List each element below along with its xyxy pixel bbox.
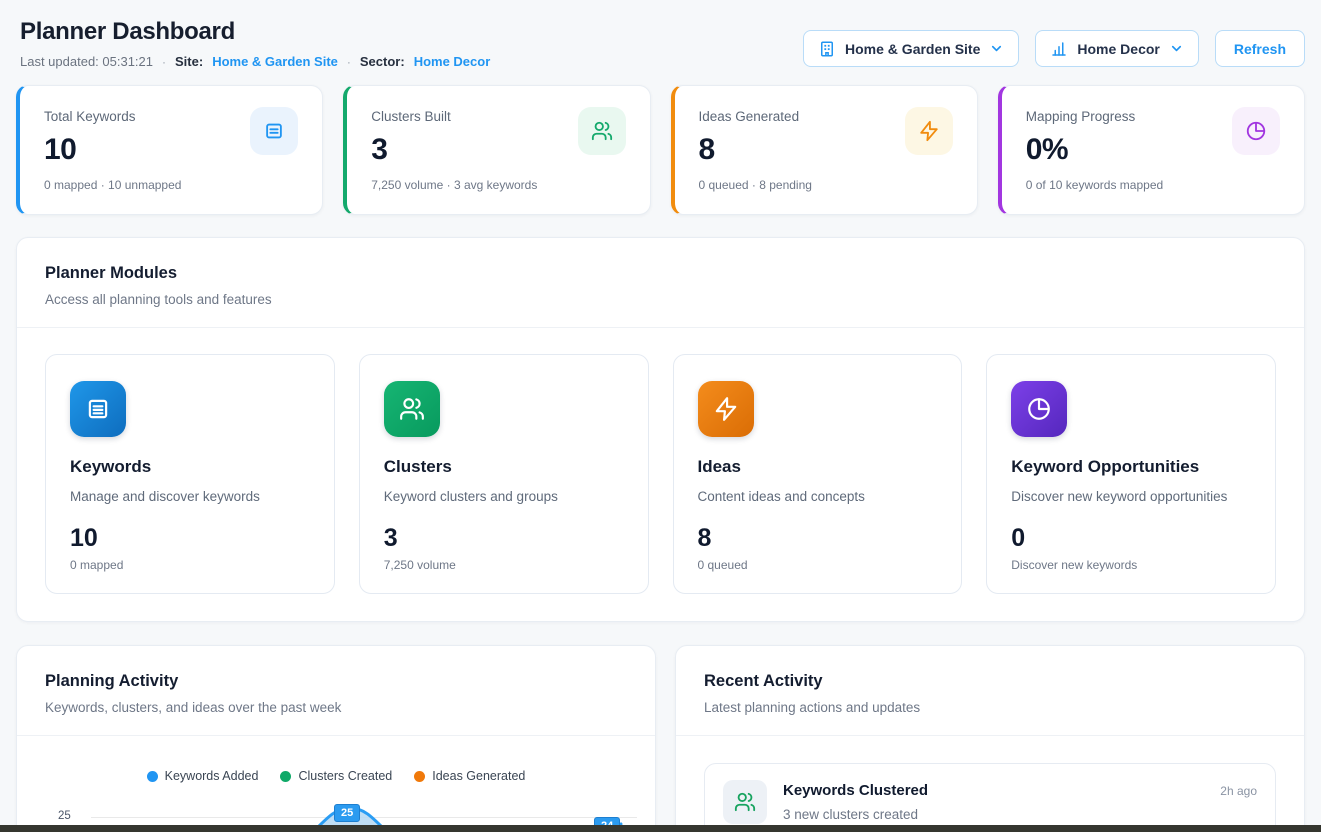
pie-chart-icon: [1232, 107, 1280, 155]
stat-card-ideas-generated: Ideas Generated 8 0 queued · 8 pending: [671, 85, 978, 215]
planner-modules-panel: Planner Modules Access all planning tool…: [16, 237, 1305, 622]
document-icon: [70, 381, 126, 437]
recent-activity-panel: Recent Activity Latest planning actions …: [675, 645, 1305, 832]
module-title: Keywords: [70, 457, 310, 477]
module-card-clusters[interactable]: Clusters Keyword clusters and groups 3 7…: [359, 354, 649, 594]
chevron-down-icon: [1169, 41, 1184, 56]
stat-card-clusters-built: Clusters Built 3 7,250 volume · 3 avg ke…: [343, 85, 650, 215]
zap-icon: [698, 381, 754, 437]
stat-subtext: 7,250 volume · 3 avg keywords: [371, 178, 625, 192]
module-subtext: 7,250 volume: [384, 558, 624, 572]
module-subtext: Discover new keywords: [1011, 558, 1251, 572]
module-value: 10: [70, 524, 310, 553]
recent-item-title: Keywords Clustered: [783, 782, 928, 799]
zap-icon: [905, 107, 953, 155]
module-title: Clusters: [384, 457, 624, 477]
bar-chart-icon: [1050, 40, 1068, 58]
module-title: Ideas: [698, 457, 938, 477]
site-selector-label: Home & Garden Site: [845, 41, 980, 57]
users-icon: [384, 381, 440, 437]
module-card-keywords[interactable]: Keywords Manage and discover keywords 10…: [45, 354, 335, 594]
bottom-bar: [0, 825, 1321, 832]
sector-selector-label: Home Decor: [1077, 41, 1159, 57]
sector-label: Sector:: [360, 54, 405, 69]
refresh-button-label: Refresh: [1234, 41, 1286, 57]
module-description: Manage and discover keywords: [70, 489, 310, 504]
recent-title: Recent Activity: [704, 672, 1276, 691]
refresh-button[interactable]: Refresh: [1215, 30, 1305, 67]
modules-title: Planner Modules: [45, 264, 1276, 283]
activity-subtitle: Keywords, clusters, and ideas over the p…: [45, 700, 627, 715]
sector-link[interactable]: Home Decor: [414, 54, 491, 69]
module-card-keyword-opportunities[interactable]: Keyword Opportunities Discover new keywo…: [986, 354, 1276, 594]
stat-subtext: 0 mapped · 10 unmapped: [44, 178, 298, 192]
modules-subtitle: Access all planning tools and features: [45, 292, 1276, 307]
modules-header: Planner Modules Access all planning tool…: [17, 238, 1304, 327]
module-value: 3: [384, 524, 624, 553]
module-value: 8: [698, 524, 938, 553]
modules-grid: Keywords Manage and discover keywords 10…: [17, 328, 1304, 621]
stat-subtext: 0 queued · 8 pending: [699, 178, 953, 192]
users-icon: [578, 107, 626, 155]
header-controls: Home & Garden Site Home Decor Refresh: [803, 30, 1305, 67]
stat-card-total-keywords: Total Keywords 10 0 mapped · 10 unmapped: [16, 85, 323, 215]
bottom-row: Planning Activity Keywords, clusters, an…: [16, 645, 1305, 832]
meta-separator: ·: [347, 55, 351, 69]
activity-title: Planning Activity: [45, 672, 627, 691]
activity-chart: Keywords Added Clusters Created Ideas Ge…: [17, 736, 655, 832]
building-icon: [818, 40, 836, 58]
module-value: 0: [1011, 524, 1251, 553]
recent-header: Recent Activity Latest planning actions …: [676, 646, 1304, 735]
module-description: Keyword clusters and groups: [384, 489, 624, 504]
module-subtext: 0 mapped: [70, 558, 310, 572]
module-subtext: 0 queued: [698, 558, 938, 572]
recent-activity-item[interactable]: Keywords Clustered 3 new clusters create…: [704, 763, 1276, 832]
document-icon: [250, 107, 298, 155]
users-icon: [723, 780, 767, 824]
activity-header: Planning Activity Keywords, clusters, an…: [17, 646, 655, 735]
page-header: Planner Dashboard Last updated: 05:31:21…: [0, 0, 1321, 69]
stats-row: Total Keywords 10 0 mapped · 10 unmapped…: [16, 85, 1305, 215]
site-selector-button[interactable]: Home & Garden Site: [803, 30, 1019, 67]
sector-selector-button[interactable]: Home Decor: [1035, 30, 1198, 67]
site-link[interactable]: Home & Garden Site: [212, 54, 338, 69]
recent-item-description: 3 new clusters created: [783, 807, 928, 822]
meta-separator: ·: [162, 55, 166, 69]
recent-list: Keywords Clustered 3 new clusters create…: [676, 736, 1304, 832]
last-updated: Last updated: 05:31:21: [20, 54, 153, 69]
module-description: Discover new keyword opportunities: [1011, 489, 1251, 504]
stat-card-mapping-progress: Mapping Progress 0% 0 of 10 keywords map…: [998, 85, 1305, 215]
recent-item-timestamp: 2h ago: [1220, 780, 1257, 798]
meta-row: Last updated: 05:31:21 · Site: Home & Ga…: [20, 54, 490, 69]
module-description: Content ideas and concepts: [698, 489, 938, 504]
module-title: Keyword Opportunities: [1011, 457, 1251, 477]
data-point-label: 25: [334, 804, 360, 822]
planning-activity-panel: Planning Activity Keywords, clusters, an…: [16, 645, 656, 832]
chevron-down-icon: [989, 41, 1004, 56]
recent-item-text: Keywords Clustered 3 new clusters create…: [783, 780, 928, 822]
site-label: Site:: [175, 54, 203, 69]
recent-subtitle: Latest planning actions and updates: [704, 700, 1276, 715]
page-title: Planner Dashboard: [20, 18, 490, 46]
pie-chart-icon: [1011, 381, 1067, 437]
header-left: Planner Dashboard Last updated: 05:31:21…: [20, 18, 490, 69]
module-card-ideas[interactable]: Ideas Content ideas and concepts 8 0 que…: [673, 354, 963, 594]
stat-subtext: 0 of 10 keywords mapped: [1026, 178, 1280, 192]
